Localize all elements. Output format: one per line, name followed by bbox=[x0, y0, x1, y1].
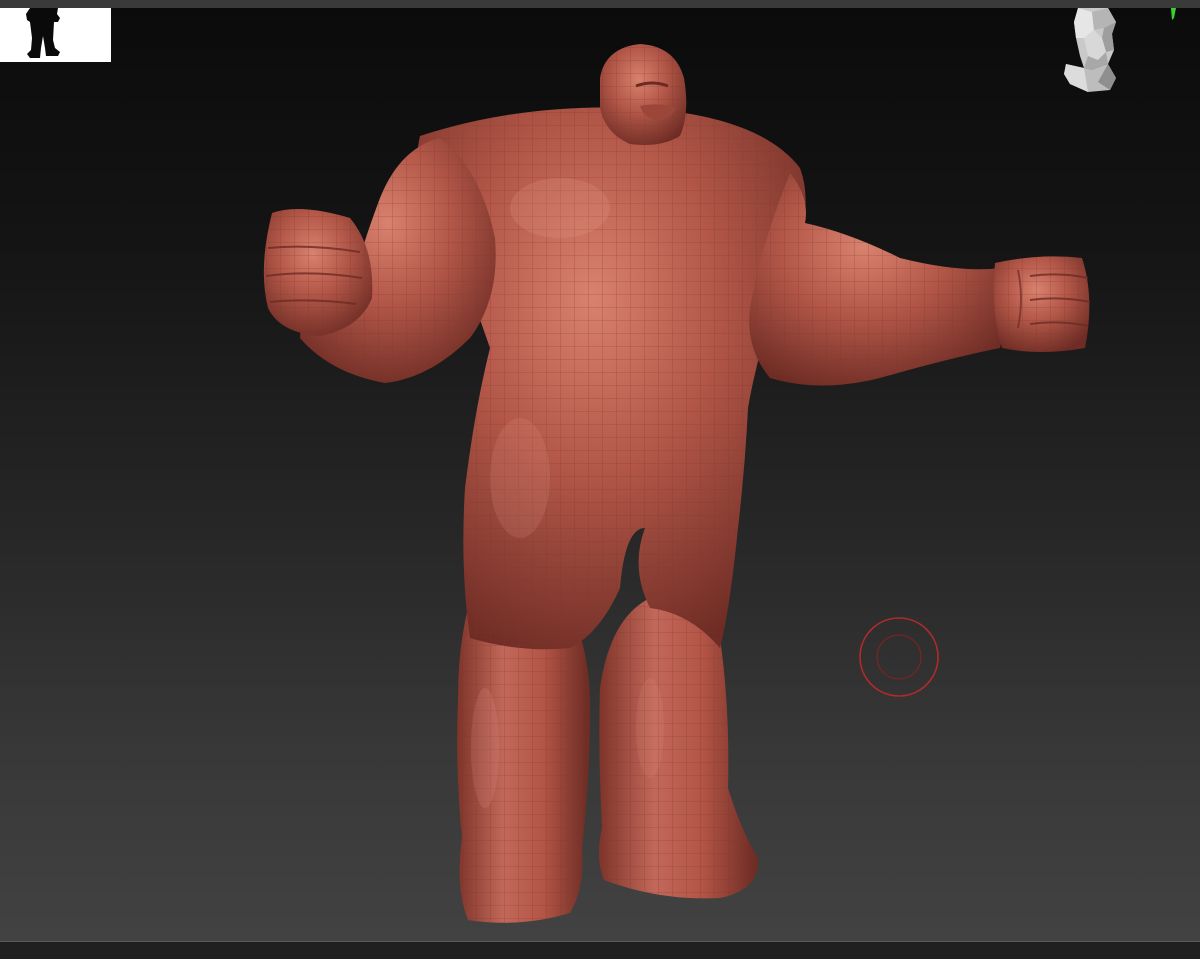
bottom-shelf bbox=[0, 941, 1200, 959]
sculpt-model[interactable] bbox=[0, 8, 1200, 941]
brush-cursor-icon[interactable] bbox=[858, 616, 940, 698]
app-window bbox=[0, 0, 1200, 959]
canvas-viewport[interactable] bbox=[0, 8, 1200, 941]
